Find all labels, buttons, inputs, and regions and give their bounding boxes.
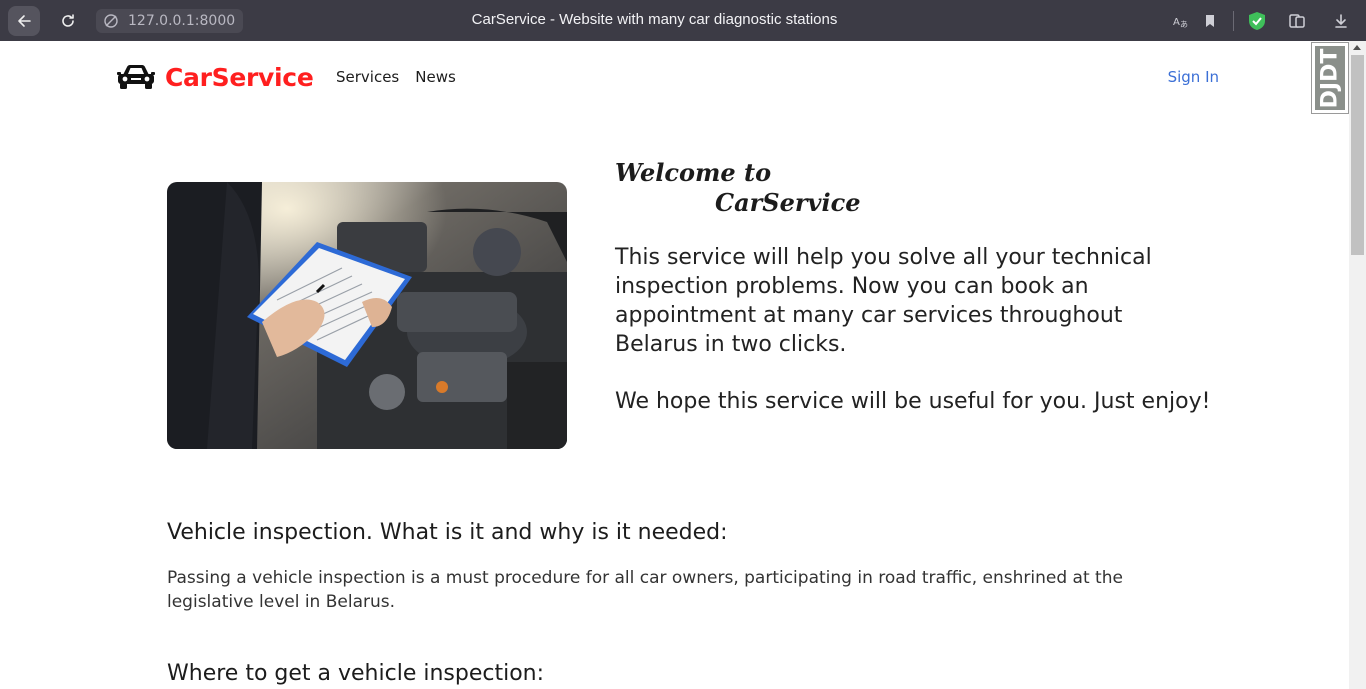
tab-title: CarService - Website with many car diagn… [471,11,838,28]
scrollbar-thumb[interactable] [1351,55,1364,255]
page-content: CarService Services News Sign In Welcome… [0,41,1349,689]
intro-paragraph: This service will help you solve all you… [615,245,1152,357]
section-heading-where: Where to get a vehicle inspection: [167,661,545,686]
bookmark-icon[interactable] [1195,6,1225,36]
collections-icon[interactable] [1282,6,1312,36]
nav-link-services[interactable]: Services [336,68,399,86]
download-icon[interactable] [1326,6,1356,36]
site-navbar: CarService Services News Sign In [117,57,1227,97]
welcome-line-1: Welcome to [615,158,772,187]
intro-closing: We hope this service will be useful for … [615,389,1211,414]
section-text-inspection: Passing a vehicle inspection is a must p… [167,568,1123,612]
debug-toolbar-toggle[interactable]: DJDT [1311,42,1349,114]
svg-text:あ: あ [1180,20,1188,29]
sign-in-link[interactable]: Sign In [1168,57,1219,97]
browser-actions: Aあ [1165,0,1366,41]
welcome-heading: Welcome to CarService [615,158,861,218]
translate-icon[interactable]: Aあ [1165,6,1195,36]
browser-toolbar: 127.0.0.1:8000 CarService - Website with… [0,0,1366,41]
page-scrollbar[interactable] [1349,41,1366,689]
brand-name: CarService [165,62,314,92]
nav-links: Services News [336,57,472,97]
welcome-line-2: CarService [715,188,861,217]
debug-toolbar-logo: DJDT [1315,46,1345,110]
shield-icon[interactable] [1242,6,1272,36]
debug-toolbar-label: DJDT [1317,48,1343,108]
svg-text:A: A [1173,17,1180,28]
mechanic-engine-image [167,182,567,449]
toolbar-divider [1233,10,1234,31]
nav-link-news[interactable]: News [415,68,456,86]
scroll-up-arrow-icon[interactable] [1353,45,1361,50]
brand-link[interactable]: CarService [117,57,314,97]
section-heading-inspection: Vehicle inspection. What is it and why i… [167,520,728,545]
car-icon [117,65,155,89]
